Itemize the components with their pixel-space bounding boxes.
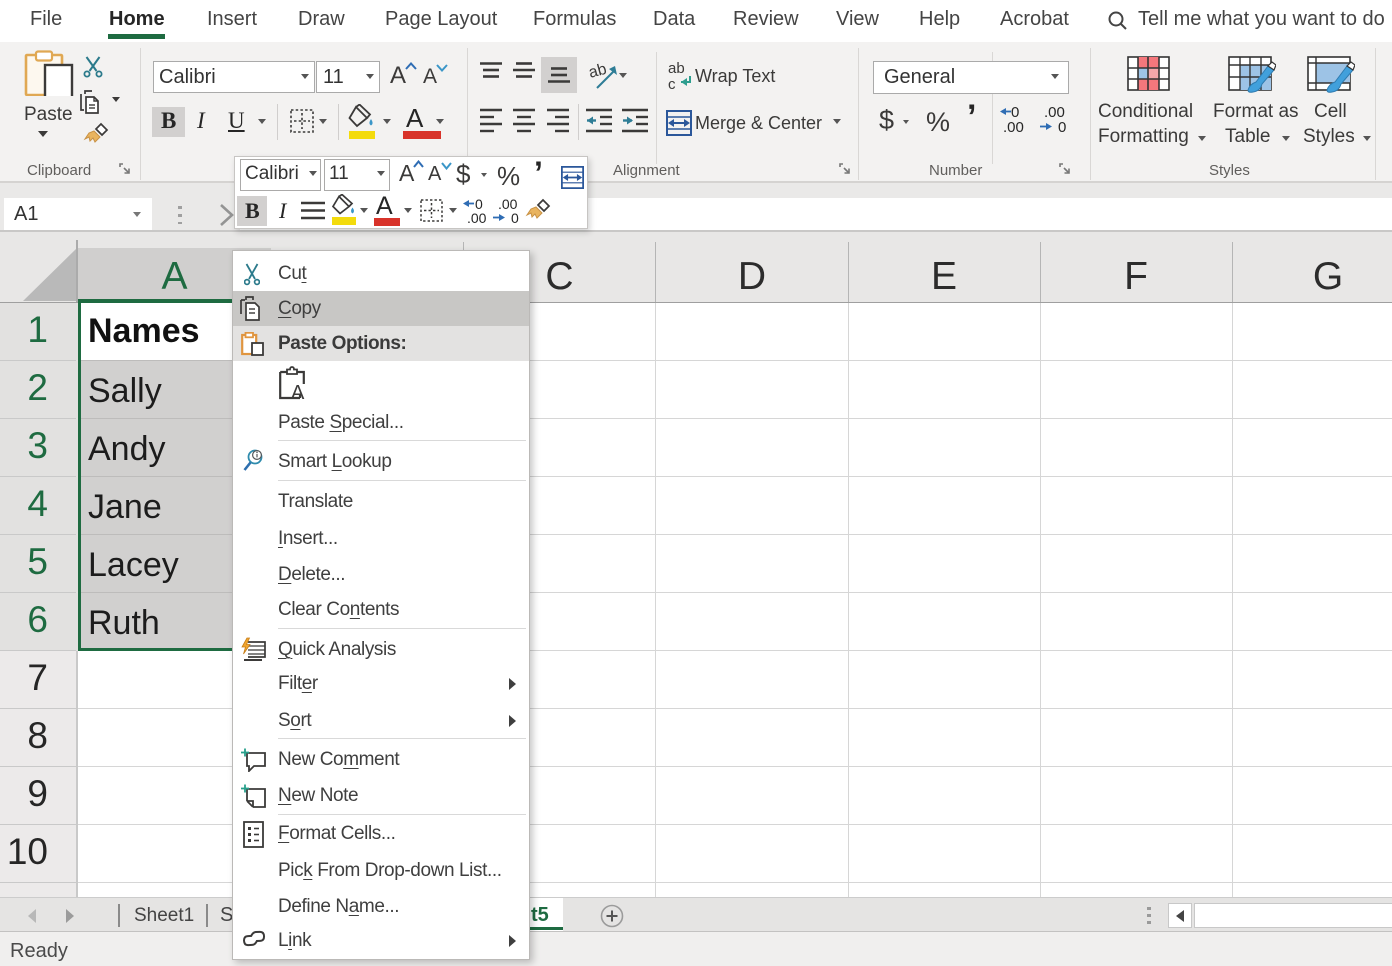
svg-text:ab: ab [668,60,685,77]
svg-text:A: A [291,382,305,400]
svg-text:c: c [668,76,676,90]
